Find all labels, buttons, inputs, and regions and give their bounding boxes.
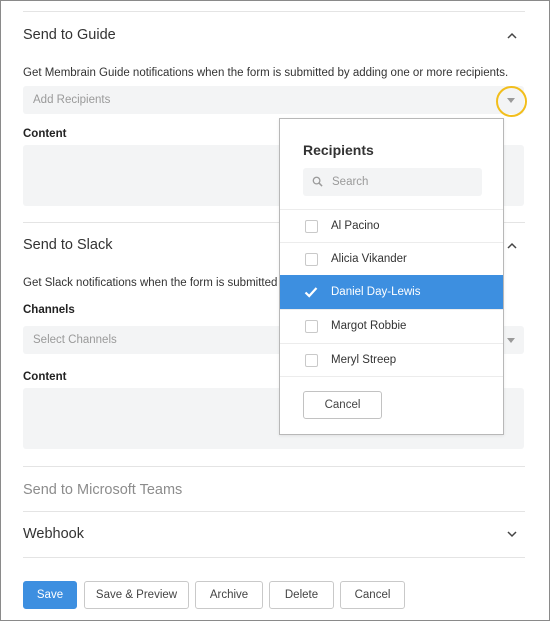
checkbox[interactable]: [305, 253, 318, 266]
dropdown-title: Recipients: [303, 142, 374, 158]
delete-button[interactable]: Delete: [269, 581, 334, 609]
recipient-name: Margot Robbie: [331, 320, 407, 332]
checkbox[interactable]: [305, 220, 318, 233]
slack-content-label: Content: [23, 371, 67, 383]
section-title-teams[interactable]: Send to Microsoft Teams: [23, 482, 182, 498]
save-preview-button[interactable]: Save & Preview: [84, 581, 189, 609]
divider: [23, 466, 525, 467]
divider: [23, 511, 525, 512]
chevron-up-icon[interactable]: [506, 29, 518, 41]
divider: [23, 11, 525, 12]
add-recipients-input[interactable]: Add Recipients: [23, 86, 524, 114]
section-title-guide[interactable]: Send to Guide: [23, 27, 116, 43]
search-icon: [312, 176, 323, 187]
slack-description: Get Slack notifications when the form is…: [23, 277, 291, 289]
check-icon: [304, 287, 318, 298]
recipients-search-input[interactable]: Search: [303, 168, 482, 196]
search-placeholder: Search: [332, 176, 369, 188]
recipient-item[interactable]: Alicia Vikander: [280, 242, 503, 276]
recipient-name: Al Pacino: [331, 220, 380, 232]
list-bottom-divider: [280, 376, 503, 377]
guide-content-label: Content: [23, 128, 67, 140]
channels-label: Channels: [23, 304, 75, 316]
recipient-item-selected[interactable]: Daniel Day-Lewis: [280, 275, 503, 309]
archive-button[interactable]: Archive: [195, 581, 263, 609]
recipient-name: Daniel Day-Lewis: [331, 286, 421, 298]
cancel-button[interactable]: Cancel: [340, 581, 405, 609]
guide-description: Get Membrain Guide notifications when th…: [23, 67, 509, 79]
recipient-item[interactable]: Meryl Streep: [280, 343, 503, 377]
chevron-down-icon[interactable]: [506, 528, 518, 540]
chevron-up-icon[interactable]: [506, 239, 518, 251]
recipient-name: Alicia Vikander: [331, 253, 407, 265]
recipients-dropdown: Recipients Search Al Pacino Alicia Vikan…: [279, 118, 504, 435]
dropdown-cancel-button[interactable]: Cancel: [303, 391, 382, 419]
divider: [23, 557, 525, 558]
highlight-ring: [496, 86, 527, 117]
section-title-slack[interactable]: Send to Slack: [23, 237, 112, 253]
recipient-item[interactable]: Margot Robbie: [280, 309, 503, 343]
save-button[interactable]: Save: [23, 581, 77, 609]
section-title-webhook[interactable]: Webhook: [23, 526, 84, 542]
recipient-item[interactable]: Al Pacino: [280, 209, 503, 243]
recipient-name: Meryl Streep: [331, 354, 397, 366]
caret-down-icon[interactable]: [507, 338, 515, 343]
checkbox[interactable]: [305, 320, 318, 333]
checkbox[interactable]: [305, 354, 318, 367]
